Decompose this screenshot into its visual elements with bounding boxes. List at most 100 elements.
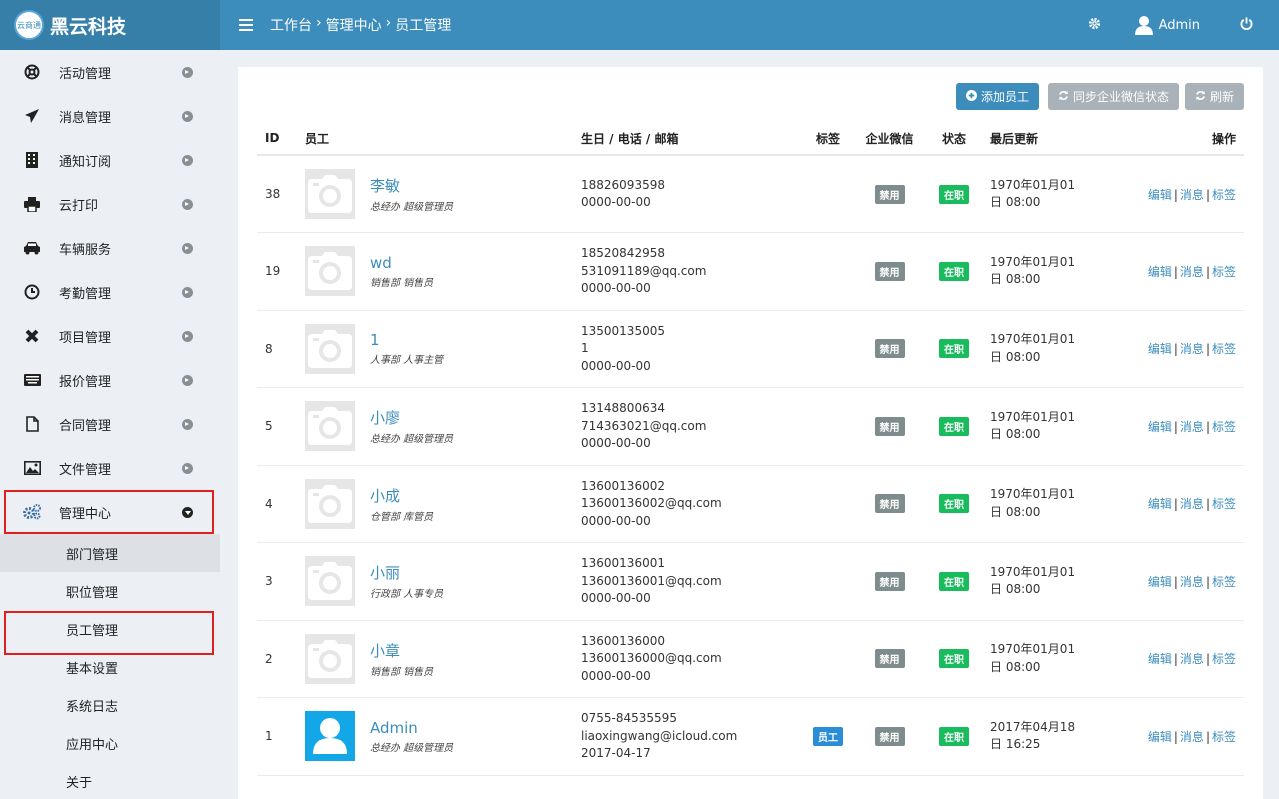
employee-name-link[interactable]: wd	[370, 254, 433, 272]
cell-tag	[803, 310, 853, 388]
breadcrumb-admin-center[interactable]: 管理中心	[326, 15, 382, 35]
updated-date: 1970年01月01	[990, 564, 1076, 579]
cell-tag: 员工	[803, 697, 853, 776]
submenu-item-departments[interactable]: 部门管理	[0, 534, 220, 572]
tag-link[interactable]: 标签	[1212, 652, 1236, 666]
col-id[interactable]: ID	[257, 122, 297, 156]
tag-link[interactable]: 标签	[1212, 188, 1236, 202]
tag-link[interactable]: 标签	[1212, 342, 1236, 356]
employee-name-link[interactable]: Admin	[370, 719, 453, 737]
username: Admin	[1158, 17, 1200, 33]
chevron-right-icon	[182, 462, 193, 474]
sync-wechat-button[interactable]: 同步企业微信状态	[1048, 83, 1180, 110]
employee-department: 销售部 销售员	[370, 277, 434, 289]
edit-link[interactable]: 编辑	[1148, 497, 1172, 511]
employee-department: 总经办 超级管理员	[370, 434, 454, 446]
message-link[interactable]: 消息	[1180, 497, 1204, 511]
sidebar-item-cloud-print[interactable]: 云打印	[0, 182, 220, 226]
chevron-right-icon	[182, 374, 193, 386]
sidebar-item-quotes[interactable]: 报价管理	[0, 358, 220, 402]
logo-badge: 云商通	[14, 10, 44, 40]
wechat-status-badge: 禁用	[874, 571, 905, 591]
submenu-item-system-log[interactable]: 系统日志	[0, 686, 220, 724]
edit-link[interactable]: 编辑	[1148, 652, 1172, 666]
breadcrumb-separator: ›	[385, 15, 392, 31]
submenu-item-app-center[interactable]: 应用中心	[0, 724, 220, 762]
power-icon[interactable]	[1240, 16, 1253, 34]
submenu-item-settings[interactable]: 基本设置	[0, 648, 220, 686]
sidebar-item-label: 报价管理	[59, 374, 112, 390]
menu-toggle-icon[interactable]	[239, 19, 253, 31]
message-link[interactable]: 消息	[1180, 575, 1204, 589]
tag-link[interactable]: 标签	[1212, 265, 1236, 279]
edit-link[interactable]: 编辑	[1148, 575, 1172, 589]
separator: |	[1205, 652, 1210, 667]
wechat-status-badge: 禁用	[874, 494, 905, 514]
submenu-item-about[interactable]: 关于	[0, 762, 220, 799]
edit-link[interactable]: 编辑	[1148, 342, 1172, 356]
avatar	[305, 169, 355, 219]
message-link[interactable]: 消息	[1180, 730, 1204, 744]
employee-phone: 13600136002	[581, 478, 665, 493]
employee-email: 531091189@qq.com	[581, 263, 707, 278]
cell-id: 19	[257, 232, 297, 311]
separator: |	[1173, 652, 1178, 667]
table-row: 2 小章 销售部 销售员 13600136000 13600136000@qq.…	[257, 620, 1244, 698]
tag-link[interactable]: 标签	[1212, 730, 1236, 744]
cell-tag	[803, 465, 853, 543]
avatar	[305, 323, 355, 374]
breadcrumb-workspace[interactable]: 工作台	[270, 15, 312, 35]
sidebar-item-contracts[interactable]: 合同管理	[0, 402, 220, 446]
gear-icon[interactable]	[1088, 17, 1101, 34]
sidebar-item-activity[interactable]: 活动管理	[0, 50, 220, 94]
add-employee-button[interactable]: 添加员工	[956, 83, 1040, 110]
top-navbar: 工作台 › 管理中心 › 员工管理 Admin	[220, 0, 1279, 50]
submenu-item-employees[interactable]: 员工管理	[0, 610, 220, 648]
separator: |	[1173, 729, 1178, 744]
edit-link[interactable]: 编辑	[1148, 188, 1172, 202]
sidebar-item-files[interactable]: 文件管理	[0, 446, 220, 490]
camera-placeholder-icon	[308, 329, 352, 368]
lifebuoy-icon	[22, 64, 42, 80]
sidebar-item-projects[interactable]: 项目管理	[0, 314, 220, 358]
plus-circle-icon	[966, 89, 977, 104]
employee-name-link[interactable]: 小成	[370, 485, 433, 506]
employee-phone: 13500135005	[581, 323, 665, 338]
sidebar-item-attendance[interactable]: 考勤管理	[0, 270, 220, 314]
breadcrumb-current: 员工管理	[395, 18, 452, 34]
employee-email: 13600136000@qq.com	[581, 651, 722, 665]
logo[interactable]: 云商通 黑云科技	[0, 0, 220, 50]
employee-name-link[interactable]: 小丽	[370, 562, 443, 583]
message-link[interactable]: 消息	[1180, 420, 1204, 434]
edit-link[interactable]: 编辑	[1148, 420, 1172, 434]
separator: |	[1205, 342, 1210, 357]
tag-link[interactable]: 标签	[1212, 575, 1236, 589]
chevron-right-icon	[182, 66, 193, 78]
file-icon	[22, 416, 42, 432]
employee-name-link[interactable]: 李敏	[370, 175, 453, 196]
tag-link[interactable]: 标签	[1212, 497, 1236, 511]
sidebar-item-subscriptions[interactable]: 通知订阅	[0, 138, 220, 182]
col-status: 状态	[926, 122, 982, 156]
sidebar-item-label: 考勤管理	[59, 286, 112, 302]
tag-link[interactable]: 标签	[1212, 420, 1236, 434]
employee-name-link[interactable]: 小廖	[370, 407, 453, 428]
employee-name-link[interactable]: 1	[370, 331, 443, 349]
submenu-item-positions[interactable]: 职位管理	[0, 572, 220, 610]
message-link[interactable]: 消息	[1180, 342, 1204, 356]
edit-link[interactable]: 编辑	[1148, 265, 1172, 279]
employee-phone: 0755-84535595	[581, 711, 677, 725]
message-link[interactable]: 消息	[1180, 652, 1204, 666]
refresh-icon	[1058, 90, 1069, 104]
sidebar-item-messages[interactable]: 消息管理	[0, 94, 220, 138]
user-menu[interactable]: Admin	[1134, 15, 1200, 35]
edit-link[interactable]: 编辑	[1148, 730, 1172, 744]
app-name: 黑云科技	[50, 15, 127, 38]
message-link[interactable]: 消息	[1180, 188, 1204, 202]
employee-birthday: 0000-00-00	[581, 668, 651, 683]
sidebar-item-admin-center[interactable]: 管理中心	[0, 490, 220, 534]
message-link[interactable]: 消息	[1180, 265, 1204, 279]
employee-name-link[interactable]: 小章	[370, 640, 433, 661]
refresh-button[interactable]: 刷新	[1185, 83, 1245, 110]
sidebar-item-vehicles[interactable]: 车辆服务	[0, 226, 220, 270]
